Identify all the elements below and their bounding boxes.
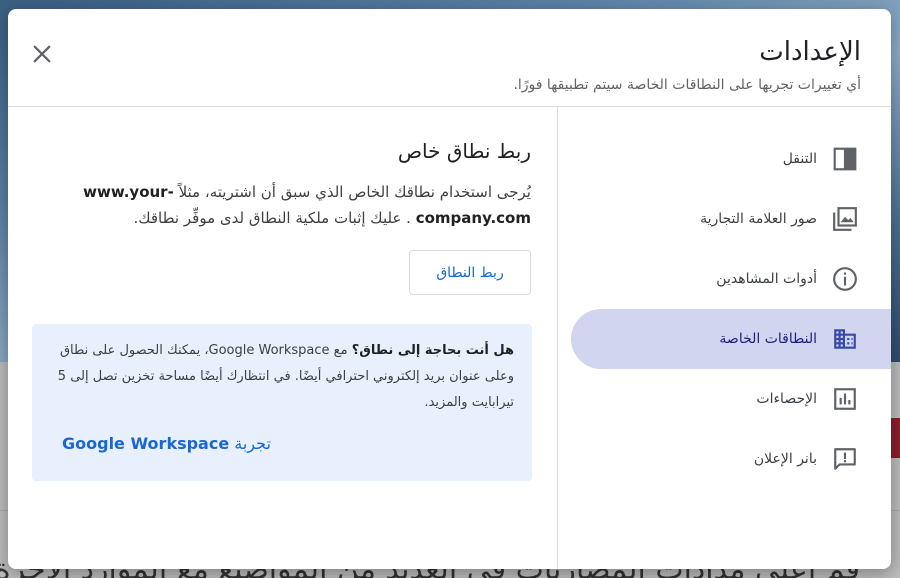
- dialog-subtitle: أي تغييرات تجريها على النطاقات الخاصة سي…: [513, 77, 861, 93]
- sidebar-item-label: أدوات المشاهدين: [716, 271, 817, 287]
- sidebar-item-custom-domains[interactable]: النطاقات الخاصة: [571, 309, 891, 369]
- connect-domain-button[interactable]: ربط النطاق: [409, 250, 531, 295]
- announcement-icon: [831, 445, 859, 473]
- domain-icon: [831, 325, 859, 353]
- sidebar-item-label: الإحصاءات: [756, 391, 817, 407]
- info-icon: [831, 265, 859, 293]
- link-prefix: تجربة: [229, 434, 271, 453]
- backdrop-accent: [891, 418, 900, 458]
- close-icon: [33, 45, 51, 63]
- analytics-icon: [831, 385, 859, 413]
- image-icon: [831, 205, 859, 233]
- try-workspace-link[interactable]: تجربة Google Workspace: [62, 434, 271, 453]
- section-title: ربط نطاق خاص: [397, 139, 531, 163]
- sidebar-item-label: صور العلامة التجارية: [700, 211, 817, 227]
- settings-dialog: الإعدادات أي تغييرات تجريها على النطاقات…: [8, 9, 891, 569]
- dialog-title: الإعدادات: [759, 37, 861, 67]
- sidebar-item-navigation[interactable]: التنقل: [571, 129, 891, 189]
- description-text: يُرجى استخدام نطاقك الخاص الذي سبق أن اش…: [173, 183, 531, 201]
- promo-text: هل أنت بحاجة إلى نطاق؟ مع Google Workspa…: [44, 338, 514, 416]
- settings-content: ربط نطاق خاص يُرجى استخدام نطاقك الخاص ا…: [8, 107, 557, 569]
- settings-sidebar: التنقل صور العلامة التجارية أدوات المشاه…: [557, 107, 891, 569]
- link-product: Google Workspace: [62, 434, 230, 453]
- sidebar-item-viewer-tools[interactable]: أدوات المشاهدين: [571, 249, 891, 309]
- sidebar-item-label: بانر الإعلان: [753, 451, 817, 467]
- sidebar-item-brand-images[interactable]: صور العلامة التجارية: [571, 189, 891, 249]
- promo-heading: هل أنت بحاجة إلى نطاق؟: [351, 343, 514, 358]
- navigation-panel-icon: [831, 145, 859, 173]
- description-text-end: . عليك إثبات ملكية النطاق لدى موفِّر نطا…: [133, 209, 416, 227]
- sidebar-item-analytics[interactable]: الإحصاءات: [571, 369, 891, 429]
- sidebar-item-label: التنقل: [782, 151, 817, 167]
- section-description: يُرجى استخدام نطاقك الخاص الذي سبق أن اش…: [41, 179, 531, 231]
- workspace-promo-card: هل أنت بحاجة إلى نطاق؟ مع Google Workspa…: [32, 324, 532, 481]
- sidebar-item-announcement-banner[interactable]: بانر الإعلان: [571, 429, 891, 489]
- sidebar-item-label: النطاقات الخاصة: [719, 331, 817, 347]
- dialog-header: الإعدادات أي تغييرات تجريها على النطاقات…: [8, 9, 891, 107]
- close-button[interactable]: [26, 38, 58, 70]
